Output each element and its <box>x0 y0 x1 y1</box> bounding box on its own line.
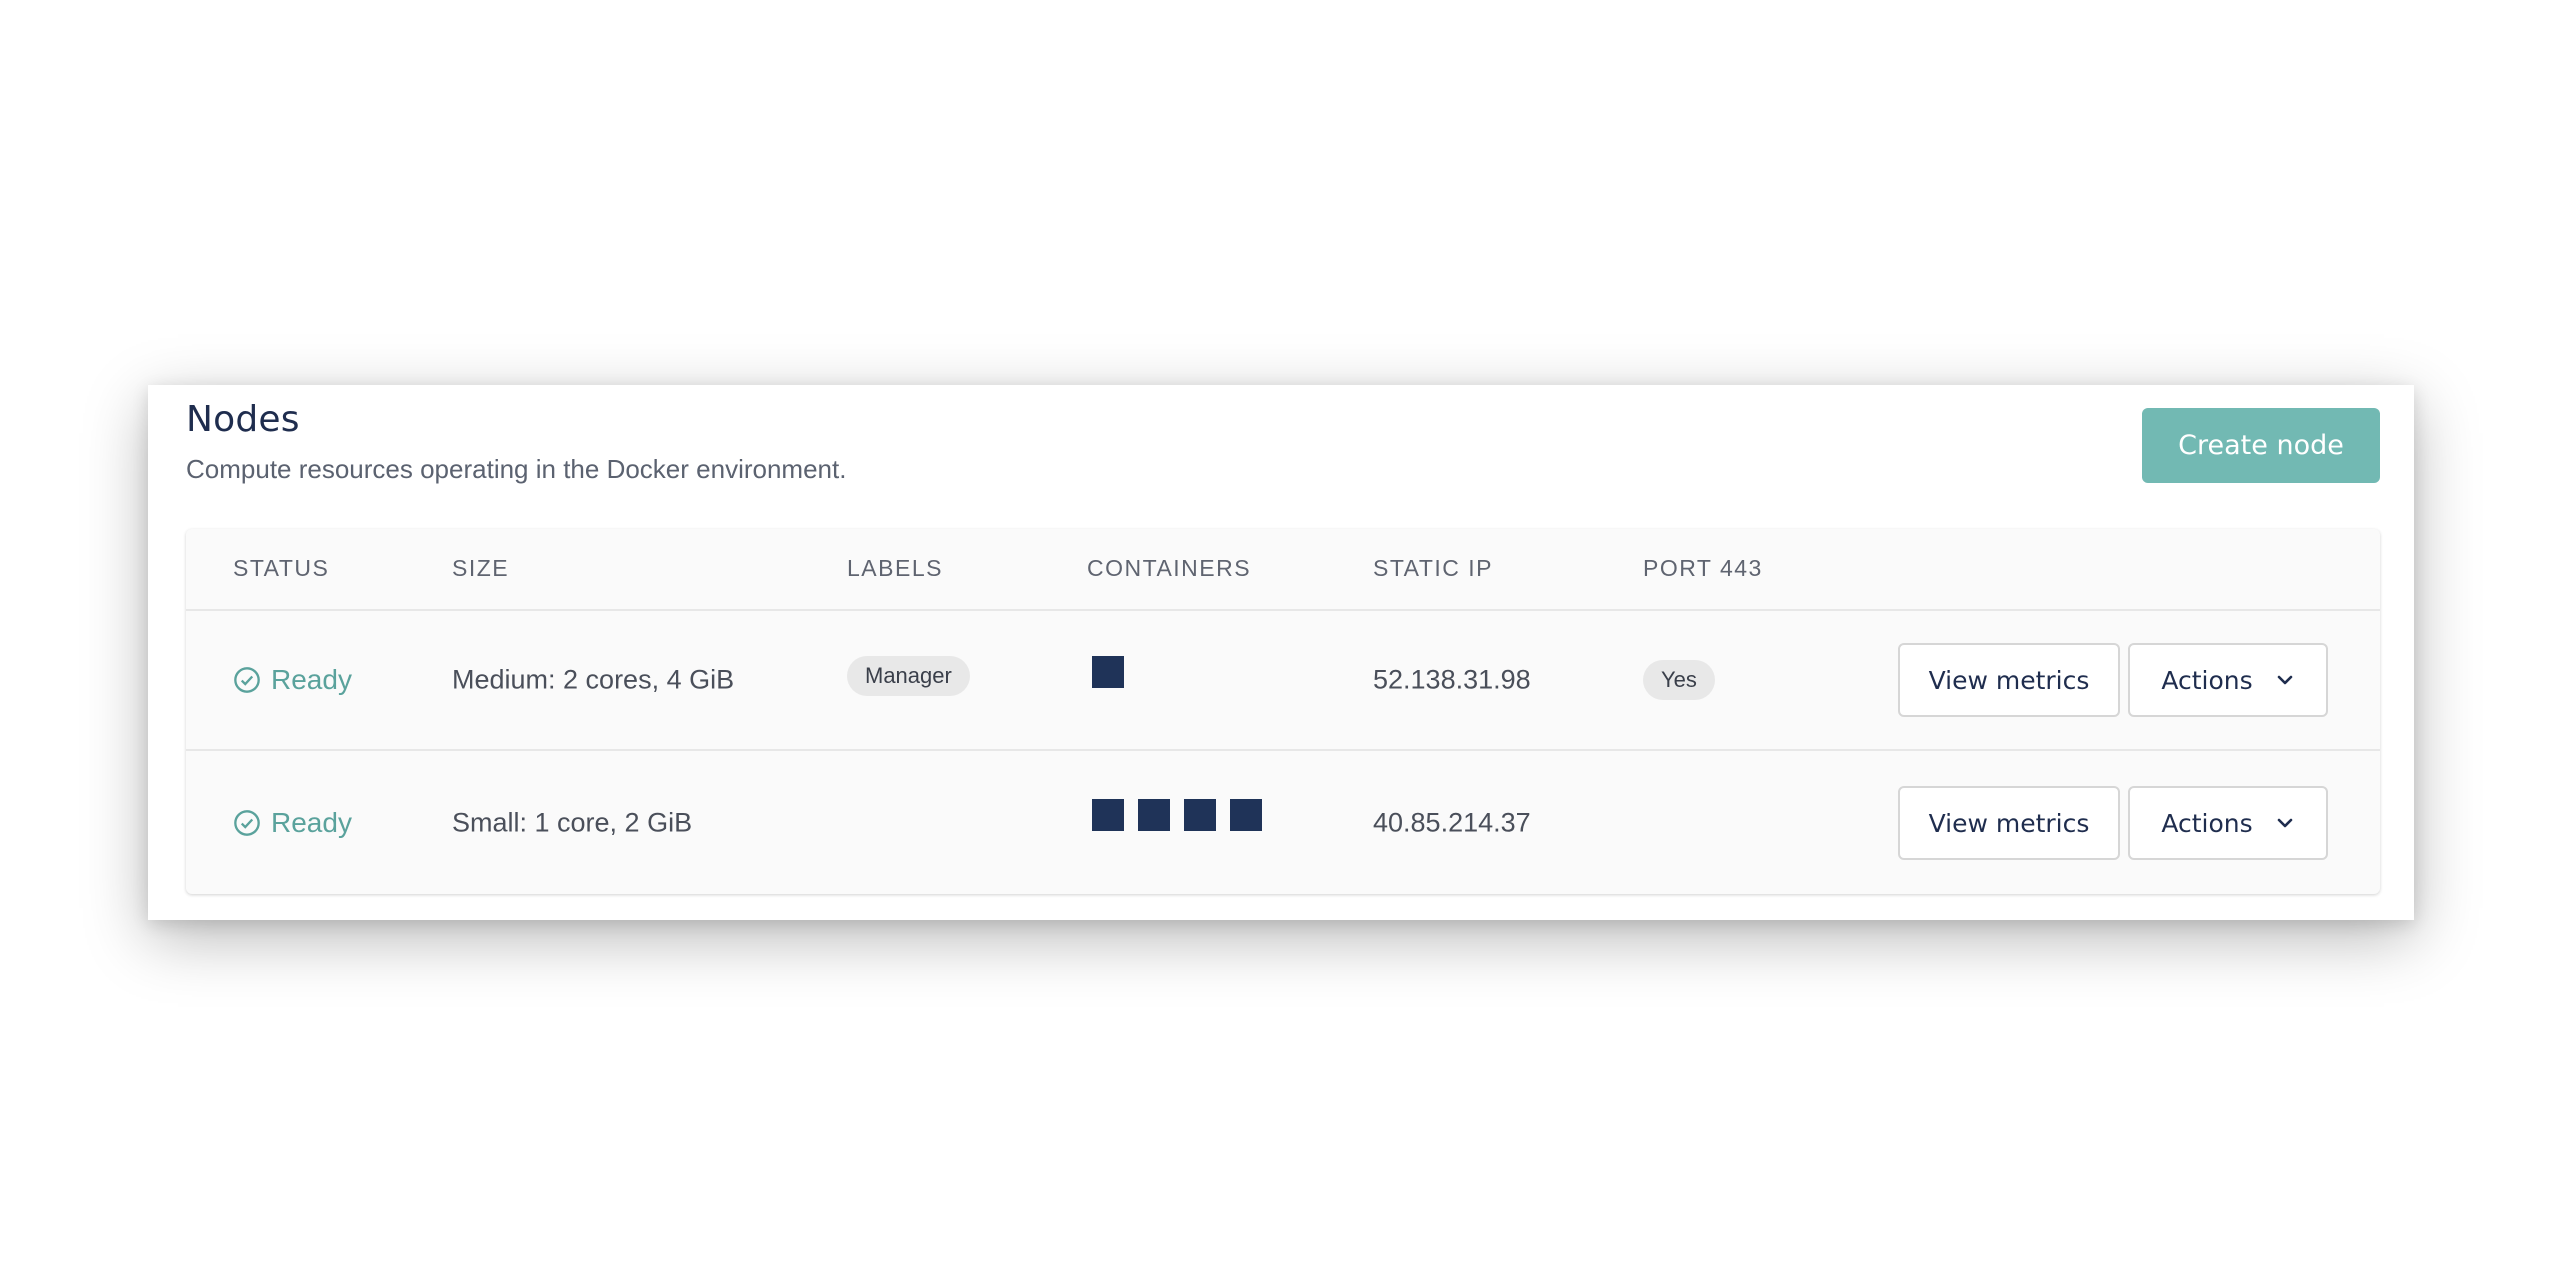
table-header: STATUS SIZE LABELS CONTAINERS STATIC IP … <box>186 529 2380 611</box>
view-metrics-button[interactable]: View metrics <box>1898 643 2120 717</box>
status-text: Ready <box>271 664 352 695</box>
actions-label: Actions <box>2161 665 2253 695</box>
nodes-table: STATUS SIZE LABELS CONTAINERS STATIC IP … <box>186 529 2380 894</box>
nodes-panel: Nodes Compute resources operating in the… <box>148 385 2414 920</box>
container-box <box>1092 799 1124 831</box>
page-title: Nodes <box>186 399 300 440</box>
chevron-down-icon <box>2277 675 2292 685</box>
containers-cell <box>1092 656 1124 688</box>
status-cell: Ready <box>233 664 352 696</box>
static-ip-cell: 52.138.31.98 <box>1373 664 1531 695</box>
container-box <box>1092 656 1124 688</box>
port-badge: Yes <box>1643 660 1715 700</box>
size-cell: Small: 1 core, 2 GiB <box>452 807 693 838</box>
chevron-down-icon <box>2277 818 2292 828</box>
column-header-static-ip: STATIC IP <box>1373 555 1493 581</box>
column-header-port: PORT 443 <box>1643 555 1763 581</box>
actions-dropdown-button[interactable]: Actions <box>2128 786 2328 860</box>
table-row: Ready Small: 1 core, 2 GiB 40.85.214.37 … <box>186 753 2380 893</box>
size-cell: Medium: 2 cores, 4 GiB <box>452 664 735 695</box>
check-circle-icon <box>234 667 260 693</box>
status-cell: Ready <box>233 807 352 839</box>
actions-dropdown-button[interactable]: Actions <box>2128 643 2328 717</box>
static-ip-cell: 40.85.214.37 <box>1373 807 1531 838</box>
status-text: Ready <box>271 807 352 838</box>
column-header-containers: CONTAINERS <box>1087 555 1252 581</box>
page-subtitle: Compute resources operating in the Docke… <box>186 454 847 484</box>
column-header-labels: LABELS <box>847 555 943 581</box>
table-row: Ready Medium: 2 cores, 4 GiB Manager 52.… <box>186 611 2380 751</box>
column-header-size: SIZE <box>452 555 510 581</box>
label-badge: Manager <box>847 656 970 696</box>
container-box <box>1230 799 1262 831</box>
check-circle-icon <box>234 810 260 836</box>
create-node-button[interactable]: Create node <box>2142 408 2380 483</box>
container-box <box>1184 799 1216 831</box>
actions-label: Actions <box>2161 808 2253 838</box>
containers-cell <box>1092 799 1262 831</box>
view-metrics-button[interactable]: View metrics <box>1898 786 2120 860</box>
container-box <box>1138 799 1170 831</box>
column-header-status: STATUS <box>233 555 330 581</box>
